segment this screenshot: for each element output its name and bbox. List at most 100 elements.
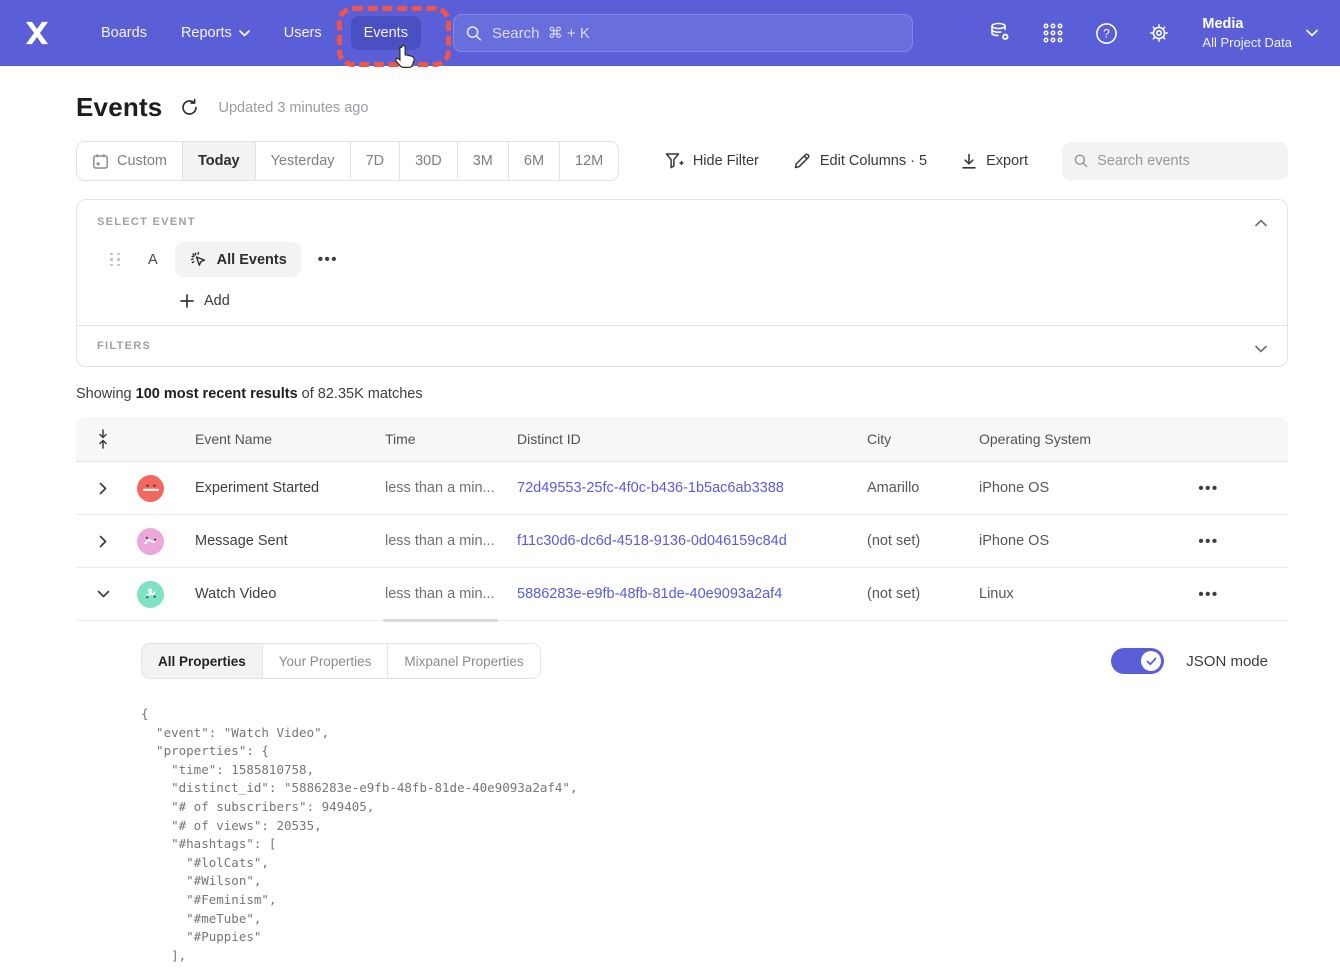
detail-toolbar: All Properties Your Properties Mixpanel … <box>141 643 1268 679</box>
edit-columns-label: Edit Columns · 5 <box>820 153 927 169</box>
event-selector-button[interactable]: All Events <box>175 242 301 277</box>
export-download-icon <box>961 153 977 170</box>
help-icon[interactable]: ? <box>1094 21 1118 45</box>
chevron-down-icon <box>1306 29 1318 37</box>
main-content: Events Updated 3 minutes ago Custom Toda… <box>0 66 1340 965</box>
date-segment-custom[interactable]: Custom <box>77 142 183 180</box>
os-cell: Linux <box>979 586 1129 602</box>
filter-icon <box>665 152 684 170</box>
os-cell: iPhone OS <box>979 480 1129 496</box>
refresh-icon[interactable] <box>180 98 200 118</box>
export-label: Export <box>986 153 1028 169</box>
filters-section[interactable]: FILTERS <box>77 325 1287 366</box>
nav-item-reports[interactable]: Reports <box>168 16 263 50</box>
global-search-input[interactable] <box>492 25 900 42</box>
mixpanel-logo-icon[interactable] <box>20 17 54 49</box>
data-management-icon[interactable] <box>988 21 1012 45</box>
column-header-os[interactable]: Operating System <box>979 431 1129 447</box>
event-json-viewer: { "event": "Watch Video", "properties": … <box>141 705 1268 965</box>
row-more-options-button[interactable]: ••• <box>1129 480 1288 497</box>
add-event-button[interactable]: Add <box>180 293 230 309</box>
expand-filters-button[interactable] <box>1255 340 1267 358</box>
date-segment-yesterday[interactable]: Yesterday <box>256 142 351 180</box>
table-row-expanded[interactable]: Watch Video less than a min... 5886283e-… <box>76 568 1288 621</box>
nav-item-events[interactable]: Events <box>351 16 421 50</box>
collapse-section-button[interactable] <box>1255 214 1267 232</box>
event-name-cell: Experiment Started <box>195 480 385 496</box>
query-builder-card: SELECT EVENT A All Events ••• Add <box>76 199 1288 367</box>
edit-columns-button[interactable]: Edit Columns · 5 <box>793 152 927 170</box>
date-segment-12m[interactable]: 12M <box>560 142 618 180</box>
event-avatar <box>137 581 164 608</box>
date-segment-7d[interactable]: 7D <box>351 142 401 180</box>
date-range-control: Custom Today Yesterday 7D 30D 3M 6M 12M <box>76 141 619 181</box>
global-search[interactable] <box>453 14 913 52</box>
plus-icon <box>180 294 194 308</box>
project-selector[interactable]: Media All Project Data <box>1202 15 1318 51</box>
settings-gear-icon[interactable] <box>1147 21 1171 45</box>
add-event-label: Add <box>204 293 230 309</box>
date-segment-30d[interactable]: 30D <box>400 142 458 180</box>
top-navigation: Boards Reports Users Events <box>0 0 1340 66</box>
distinct-id-link[interactable]: 72d49553-25fc-4f0c-b436-1b5ac6ab3388 <box>517 480 867 496</box>
nav-item-boards[interactable]: Boards <box>88 16 160 50</box>
event-selector-label: All Events <box>217 252 287 268</box>
hide-filter-button[interactable]: Hide Filter <box>665 152 759 170</box>
date-segment-6m[interactable]: 6M <box>509 142 560 180</box>
nav-item-users[interactable]: Users <box>271 16 335 50</box>
nav-right-group: ? Media All Project Data <box>988 15 1318 51</box>
collapse-row-button[interactable] <box>76 590 130 598</box>
table-header: Event Name Time Distinct ID City Operati… <box>76 417 1288 462</box>
select-event-section: SELECT EVENT A All Events ••• Add <box>77 200 1287 325</box>
tab-mixpanel-properties[interactable]: Mixpanel Properties <box>388 644 539 678</box>
event-picker-icon <box>189 250 208 269</box>
date-segment-today[interactable]: Today <box>183 142 256 180</box>
time-cell: less than a min... <box>385 533 517 549</box>
export-button[interactable]: Export <box>961 153 1028 170</box>
project-subtitle: All Project Data <box>1202 34 1292 51</box>
column-header-event-name[interactable]: Event Name <box>195 431 385 447</box>
search-events-box[interactable] <box>1062 142 1288 180</box>
table-row[interactable]: Experiment Started less than a min... 72… <box>76 462 1288 515</box>
apps-grid-icon[interactable] <box>1041 21 1065 45</box>
date-segment-label: Custom <box>117 153 167 169</box>
json-mode-label: JSON mode <box>1186 653 1268 670</box>
project-name: Media <box>1202 15 1292 34</box>
search-events-input[interactable] <box>1097 153 1276 169</box>
horizontal-scrollbar[interactable] <box>383 619 498 622</box>
event-more-options-button[interactable]: ••• <box>318 251 338 268</box>
column-header-city[interactable]: City <box>867 431 979 447</box>
tab-your-properties[interactable]: Your Properties <box>263 644 389 678</box>
date-segment-3m[interactable]: 3M <box>458 142 509 180</box>
os-cell: iPhone OS <box>979 533 1129 549</box>
city-cell: (not set) <box>867 586 979 602</box>
primary-nav: Boards Reports Users Events <box>88 16 421 50</box>
expand-row-button[interactable] <box>76 535 130 548</box>
json-mode-toggle[interactable] <box>1111 648 1164 674</box>
controls-row: Custom Today Yesterday 7D 30D 3M 6M 12M … <box>76 141 1288 181</box>
results-count: 100 most recent results <box>136 386 298 402</box>
results-prefix: Showing <box>76 386 136 402</box>
chevron-right-icon <box>99 535 107 548</box>
row-more-options-button[interactable]: ••• <box>1129 586 1288 603</box>
column-header-time[interactable]: Time <box>385 431 517 447</box>
event-avatar <box>137 528 164 555</box>
hide-filter-label: Hide Filter <box>693 153 759 169</box>
chevron-right-icon <box>99 482 107 495</box>
column-header-distinct-id[interactable]: Distinct ID <box>517 431 867 447</box>
distinct-id-link[interactable]: 5886283e-e9fb-48fb-81de-40e9093a2af4 <box>517 586 867 602</box>
collapse-all-icon[interactable] <box>76 429 130 449</box>
event-name-cell: Message Sent <box>195 533 385 549</box>
events-table: Event Name Time Distinct ID City Operati… <box>76 417 1288 965</box>
nav-item-reports-label: Reports <box>181 25 232 41</box>
row-more-options-button[interactable]: ••• <box>1129 533 1288 550</box>
toggle-knob <box>1141 651 1161 671</box>
chevron-up-icon <box>1255 219 1267 227</box>
drag-handle[interactable] <box>110 253 121 267</box>
table-row[interactable]: Message Sent less than a min... f11c30d6… <box>76 515 1288 568</box>
expand-row-button[interactable] <box>76 482 130 495</box>
search-icon <box>1074 153 1088 169</box>
tab-all-properties[interactable]: All Properties <box>142 644 263 678</box>
distinct-id-link[interactable]: f11c30d6-dc6d-4518-9136-0d046159c84d <box>517 533 867 549</box>
check-icon <box>1146 657 1157 666</box>
